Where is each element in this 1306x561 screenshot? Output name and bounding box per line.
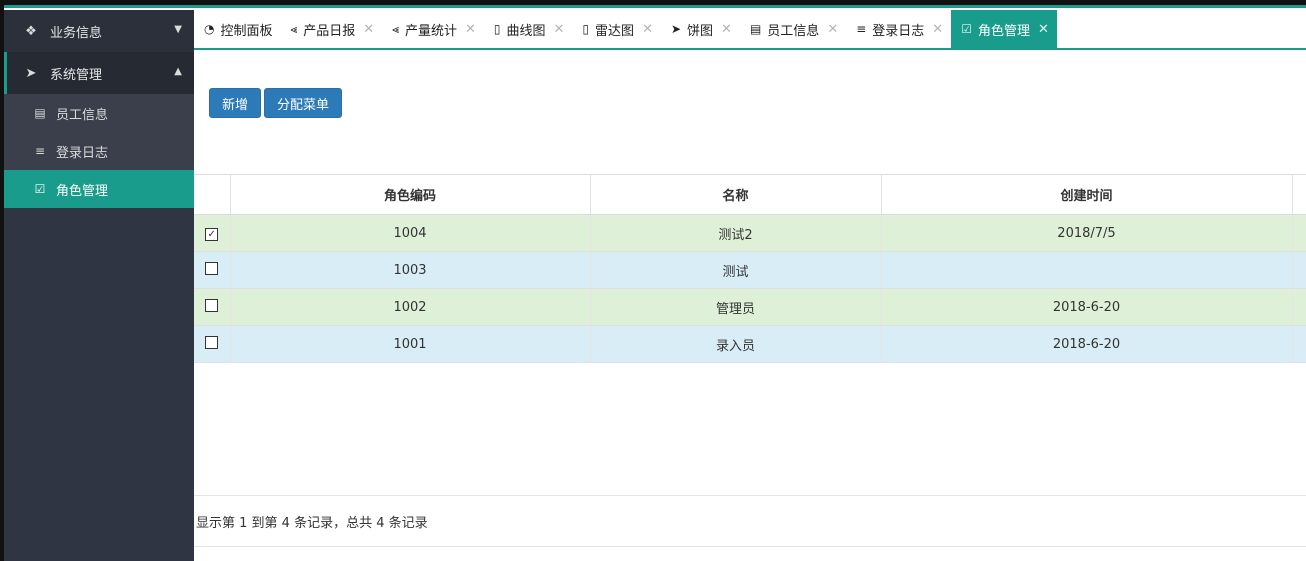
cell-name: 录入员 [590,325,882,363]
close-icon[interactable]: ✕ [721,22,732,37]
table-row[interactable]: 1002 管理员 2018-6-20 [194,288,1306,326]
sidebar-item-employee-info[interactable]: ▤ 员工信息 [4,94,194,132]
pagination-summary: 显示第 1 到第 4 条记录，总共 4 条记录 [196,516,428,531]
tab-output-stats[interactable]: ⪡ 产量统计 ✕ [382,10,484,48]
sidebar-group-label: 系统管理 [50,67,103,83]
sidebar-item-label: 登录日志 [56,145,109,161]
check-square-icon: ☑ [961,22,972,36]
cell-spacer [1292,325,1306,363]
cell-name: 测试2 [590,214,882,252]
cell-created-time: 2018/7/5 [881,214,1293,252]
row-checkbox[interactable]: ✓ [205,227,219,241]
paper-plane-icon: ➤ [25,65,37,81]
row-checkbox[interactable] [205,261,219,275]
sidebar-group-system-management[interactable]: ➤ 系统管理 ▲ [4,52,194,94]
header-created-time[interactable]: 创建时间 [881,175,1293,215]
dashboard-icon: ◔ [204,22,215,36]
caret-down-icon: ▼ [174,24,182,35]
cubes-icon: ❖ [25,23,37,39]
cell-role-code: 1003 [230,251,591,289]
pagination-bottom-divider [194,546,1306,547]
tab-label: 产品日报 [303,23,356,39]
close-icon[interactable]: ✕ [932,22,943,37]
tab-label: 控制面板 [220,23,273,39]
tab-role-management[interactable]: ☑ 角色管理 ✕ [951,10,1057,48]
sidebar-item-role-management[interactable]: ☑ 角色管理 [4,170,194,208]
tab-pie-chart[interactable]: ➤ 饼图 ✕ [661,10,740,48]
cell-created-time [881,251,1293,289]
cell-role-code: 1001 [230,325,591,363]
sidebar-group-label: 业务信息 [50,25,103,41]
accent-line [0,5,1306,8]
tab-radar-chart[interactable]: ▯ 雷达图 ✕ [572,10,661,48]
sidebar-group-business-info[interactable]: ❖ 业务信息 ▼ [4,10,194,52]
cell-spacer [1292,214,1306,252]
tab-login-log[interactable]: ≡ 登录日志 ✕ [846,10,951,48]
toolbar: 新增 分配菜单 [209,88,343,118]
tab-dashboard[interactable]: ◔ 控制面板 [194,10,281,48]
row-select-cell [194,288,231,326]
calendar-icon: ▤ [749,22,762,36]
row-select-cell [194,325,231,363]
row-checkbox[interactable] [205,298,219,312]
sidebar-item-label: 员工信息 [56,107,109,123]
cell-spacer [1292,251,1306,289]
tab-bar: ◔ 控制面板 ⪡ 产品日报 ✕ ⪡ 产量统计 ✕ ▯ 曲线图 ✕ ▯ 雷达图 ✕… [194,10,1306,50]
tab-label: 产量统计 [404,23,457,39]
table-row[interactable]: ✓ 1004 测试2 2018/7/5 [194,214,1306,252]
header-name[interactable]: 名称 [590,175,882,215]
sidebar-item-login-log[interactable]: ≡ 登录日志 [4,132,194,170]
bars-icon: ≡ [34,144,46,158]
tab-label: 雷达图 [595,23,635,39]
bars-icon: ≡ [856,22,867,36]
tab-label: 登录日志 [872,23,925,39]
row-select-cell: ✓ [194,214,231,252]
close-icon[interactable]: ✕ [827,22,838,37]
table-row[interactable]: 1001 录入员 2018-6-20 [194,325,1306,363]
cell-created-time: 2018-6-20 [881,288,1293,326]
share-icon: ⪡ [290,21,298,36]
cell-role-code: 1004 [230,214,591,252]
tab-label: 角色管理 [977,23,1030,39]
header-select [194,175,231,215]
check-square-icon: ☑ [34,182,46,196]
sidebar: ❖ 业务信息 ▼ ➤ 系统管理 ▲ ▤ 员工信息 ≡ 登录日志 ☑ 角色管理 [4,10,194,561]
file-icon: ▯ [582,22,590,36]
close-icon[interactable]: ✕ [554,22,565,37]
tab-label: 员工信息 [767,23,820,39]
cell-spacer [1292,288,1306,326]
tab-label: 饼图 [687,23,714,39]
pagination-divider [194,495,1306,496]
tab-employee-info[interactable]: ▤ 员工信息 ✕ [740,10,846,48]
file-icon: ▯ [493,22,501,36]
tab-product-daily[interactable]: ⪡ 产品日报 ✕ [281,10,383,48]
assign-menu-button[interactable]: 分配菜单 [264,88,343,118]
add-button[interactable]: 新增 [209,88,262,118]
paper-plane-icon: ➤ [670,22,682,36]
table-row[interactable]: 1003 测试 [194,251,1306,289]
share-icon: ⪡ [392,21,399,36]
close-icon[interactable]: ✕ [1038,22,1049,37]
cell-name: 测试 [590,251,882,289]
close-icon[interactable]: ✕ [465,22,476,37]
cell-role-code: 1002 [230,288,591,326]
tab-label: 曲线图 [506,23,546,39]
main-content: 新增 分配菜单 角色编码 名称 创建时间 ✓ 1004 测试2 2018/7/5… [194,50,1306,561]
close-icon[interactable]: ✕ [363,22,374,37]
role-table: 角色编码 名称 创建时间 ✓ 1004 测试2 2018/7/5 1003 测试… [194,174,1306,363]
row-checkbox[interactable] [205,335,219,349]
cell-created-time: 2018-6-20 [881,325,1293,363]
close-icon[interactable]: ✕ [642,22,653,37]
header-role-code[interactable]: 角色编码 [230,175,591,215]
cell-name: 管理员 [590,288,882,326]
row-select-cell [194,251,231,289]
table-header-row: 角色编码 名称 创建时间 [194,175,1306,215]
window-top-bar [0,0,1306,8]
header-spacer [1292,175,1306,215]
sidebar-item-label: 角色管理 [56,183,109,199]
caret-up-icon: ▲ [174,66,182,77]
calendar-icon: ▤ [34,106,46,120]
tab-curve-chart[interactable]: ▯ 曲线图 ✕ [484,10,573,48]
